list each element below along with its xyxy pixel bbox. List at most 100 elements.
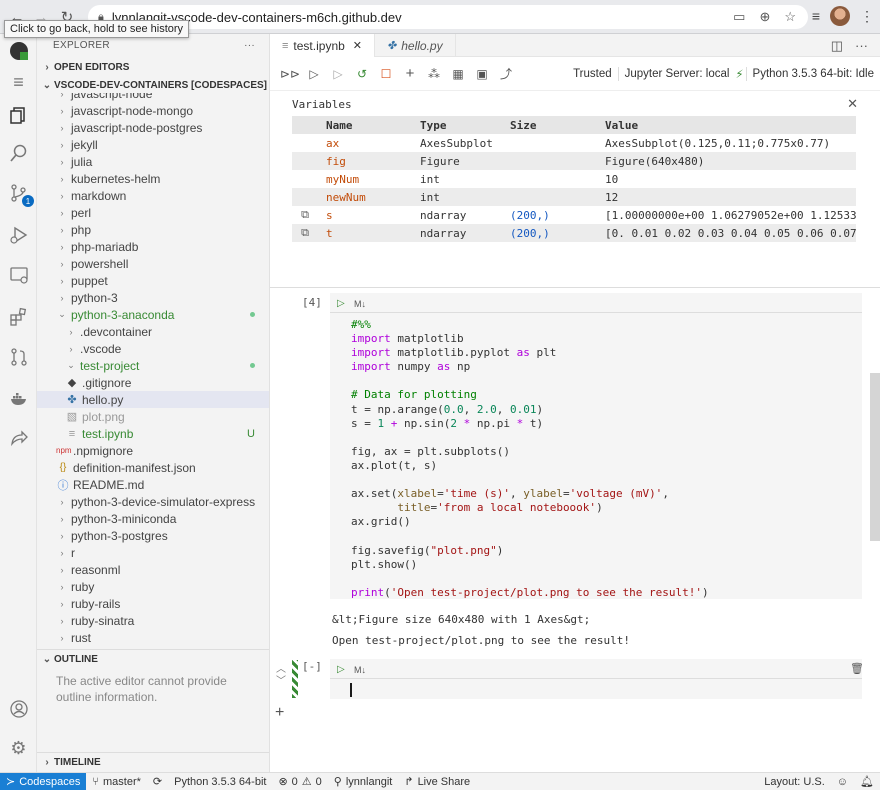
workspace-section[interactable]: ⌄ VSCODE-DEV-CONTAINERS [CODESPACES] bbox=[37, 77, 269, 93]
tree-item[interactable]: › perl bbox=[37, 204, 269, 221]
tree-item[interactable]: › ruby-rails bbox=[37, 595, 269, 612]
profile-avatar[interactable] bbox=[830, 6, 850, 26]
tree-item[interactable]: › kubernetes-helm bbox=[37, 170, 269, 187]
tree-item-file[interactable]: {} definition-manifest.json bbox=[37, 459, 269, 476]
branch-indicator[interactable]: ⑂ master* bbox=[86, 776, 147, 788]
user-indicator[interactable]: ⚲ lynnlangit bbox=[328, 775, 399, 789]
tree-item[interactable]: › julia bbox=[37, 153, 269, 170]
interpreter-selector[interactable]: Python 3.5.3 64-bit bbox=[168, 776, 272, 788]
tree-item[interactable]: › python-3-device-simulator-express bbox=[37, 493, 269, 510]
address-bar[interactable]: 🔒︎ lynnlangit-vscode-dev-containers-m6ch… bbox=[88, 5, 808, 29]
markdown-toggle[interactable]: M↓ bbox=[354, 299, 366, 309]
tree-item-file[interactable]: ▧ plot.png bbox=[37, 408, 269, 425]
notifications-bell-icon[interactable]: 🔔︎ bbox=[854, 775, 880, 788]
extensions-icon[interactable] bbox=[6, 304, 31, 329]
trusted-status[interactable]: Trusted bbox=[567, 68, 618, 80]
run-above-icon[interactable]: ▷ bbox=[302, 67, 326, 81]
sync-icon: ⟳ bbox=[152, 776, 163, 788]
explorer-more-button[interactable]: ··· bbox=[244, 40, 255, 51]
run-cell-icon[interactable]: ▷ bbox=[337, 664, 345, 675]
reading-list-icon[interactable]: ≡ bbox=[812, 8, 820, 24]
add-cell-icon[interactable]: + bbox=[275, 704, 284, 722]
cell-down-arrow-icon[interactable]: ﹀ bbox=[276, 672, 286, 687]
zoom-icon[interactable]: ⊕ bbox=[759, 9, 770, 25]
run-all-icon[interactable]: ⊳⊳ bbox=[278, 67, 302, 81]
tree-item[interactable]: › python-3-miniconda bbox=[37, 510, 269, 527]
tree-item[interactable]: › php bbox=[37, 221, 269, 238]
open-editors-section[interactable]: › OPEN EDITORS bbox=[37, 57, 269, 77]
run-debug-icon[interactable] bbox=[6, 222, 31, 247]
tree-item[interactable]: › php-mariadb bbox=[37, 238, 269, 255]
close-icon[interactable]: ✕ bbox=[353, 39, 362, 52]
save-icon[interactable]: ▣ bbox=[470, 67, 494, 81]
tree-item[interactable]: › javascript-node-mongo bbox=[37, 102, 269, 119]
menu-icon[interactable]: ≡ bbox=[6, 70, 31, 95]
tab-hello-py[interactable]: ✤ hello.py bbox=[375, 34, 456, 57]
scrollbar[interactable] bbox=[870, 373, 880, 541]
search-icon[interactable] bbox=[6, 140, 31, 165]
more-actions-icon[interactable]: ··· bbox=[855, 38, 868, 53]
docker-icon[interactable] bbox=[6, 386, 31, 411]
delete-cell-icon[interactable]: 🗑︎ bbox=[850, 662, 864, 675]
cast-icon[interactable]: ▭ bbox=[733, 9, 745, 25]
tree-item[interactable]: › powershell bbox=[37, 255, 269, 272]
tree-item-python-3-anaconda[interactable]: ⌄ python-3-anaconda bbox=[37, 306, 269, 323]
variables-icon[interactable]: ▦ bbox=[446, 67, 470, 81]
tree-item[interactable]: › jekyll bbox=[37, 136, 269, 153]
code-editor[interactable]: #%% import matplotlib import matplotlib.… bbox=[351, 318, 709, 600]
more-menu-icon[interactable]: ⋮ bbox=[860, 8, 874, 25]
tree-item-test-project[interactable]: ⌄ test-project bbox=[37, 357, 269, 374]
tree-item[interactable]: › javascript-node bbox=[37, 93, 269, 102]
tree-item[interactable]: › javascript-node-postgres bbox=[37, 119, 269, 136]
tree-item[interactable]: › r bbox=[37, 544, 269, 561]
tree-item[interactable]: › .devcontainer bbox=[37, 323, 269, 340]
feedback-icon[interactable]: ☺ bbox=[831, 776, 854, 788]
timeline-section[interactable]: › TIMELINE bbox=[37, 752, 269, 772]
sync-button[interactable]: ⟳ bbox=[147, 775, 168, 788]
clear-outputs-icon[interactable]: ⁂ bbox=[422, 67, 446, 81]
source-control-icon[interactable]: 1 bbox=[6, 180, 34, 207]
settings-gear-icon[interactable]: ⚙ bbox=[6, 736, 31, 761]
tree-item[interactable]: › ruby-sinatra bbox=[37, 612, 269, 629]
remote-explorer-icon[interactable] bbox=[6, 262, 31, 287]
problems-indicator[interactable]: ⊗ 0 ⚠ 0 bbox=[272, 775, 327, 789]
remote-indicator[interactable]: ≻ Codespaces bbox=[0, 772, 87, 790]
tree-item[interactable]: › markdown bbox=[37, 187, 269, 204]
export-icon[interactable]: ⤴ bbox=[494, 65, 518, 82]
tree-item-file[interactable]: ≡ test.ipynb U bbox=[37, 425, 269, 442]
tab-test-ipynb[interactable]: ≡ test.ipynb ✕ bbox=[270, 34, 376, 57]
interrupt-kernel-icon[interactable]: ☐ bbox=[374, 67, 398, 81]
split-editor-icon[interactable]: ◫ bbox=[831, 38, 843, 54]
bookmark-star-icon[interactable]: ☆ bbox=[784, 9, 796, 25]
outline-section[interactable]: ⌄ OUTLINE bbox=[37, 649, 269, 669]
markdown-toggle[interactable]: M↓ bbox=[354, 665, 366, 675]
tree-item-file-selected[interactable]: ✤ hello.py bbox=[37, 391, 269, 408]
codespaces-logo-icon[interactable] bbox=[6, 38, 31, 63]
jupyter-server-status[interactable]: Jupyter Server: local bbox=[619, 68, 736, 80]
run-below-icon[interactable]: ▷ bbox=[326, 67, 350, 81]
tree-item[interactable]: › python-3-postgres bbox=[37, 527, 269, 544]
tree-item[interactable]: › puppet bbox=[37, 272, 269, 289]
explorer-icon[interactable] bbox=[6, 102, 31, 127]
add-cell-icon[interactable]: + bbox=[398, 65, 422, 82]
live-share-icon[interactable] bbox=[6, 426, 31, 451]
tree-item-file[interactable]: ◆ .gitignore bbox=[37, 374, 269, 391]
open-data-viewer-icon[interactable]: ⧉ bbox=[292, 226, 318, 240]
kernel-status[interactable]: Python 3.5.3 64-bit: Idle bbox=[747, 68, 880, 80]
run-cell-icon[interactable]: ▷ bbox=[337, 298, 345, 309]
account-icon[interactable] bbox=[6, 696, 31, 721]
keyboard-layout[interactable]: Layout: U.S. bbox=[758, 776, 831, 788]
code-cell[interactable] bbox=[330, 659, 862, 699]
live-share-button[interactable]: ↱ Live Share bbox=[398, 775, 476, 789]
tree-item-file[interactable]: npm .npmignore bbox=[37, 442, 269, 459]
tree-item[interactable]: › python-3 bbox=[37, 289, 269, 306]
close-icon[interactable]: ✕ bbox=[847, 96, 858, 112]
pull-requests-icon[interactable] bbox=[6, 344, 31, 369]
tree-item[interactable]: › reasonml bbox=[37, 561, 269, 578]
tree-item[interactable]: › rust bbox=[37, 629, 269, 646]
restart-kernel-icon[interactable]: ↺ bbox=[350, 67, 374, 81]
tree-item[interactable]: › ruby bbox=[37, 578, 269, 595]
open-data-viewer-icon[interactable]: ⧉ bbox=[292, 208, 318, 222]
tree-item-file[interactable]: ⓘ README.md bbox=[37, 476, 269, 493]
tree-item[interactable]: › .vscode bbox=[37, 340, 269, 357]
